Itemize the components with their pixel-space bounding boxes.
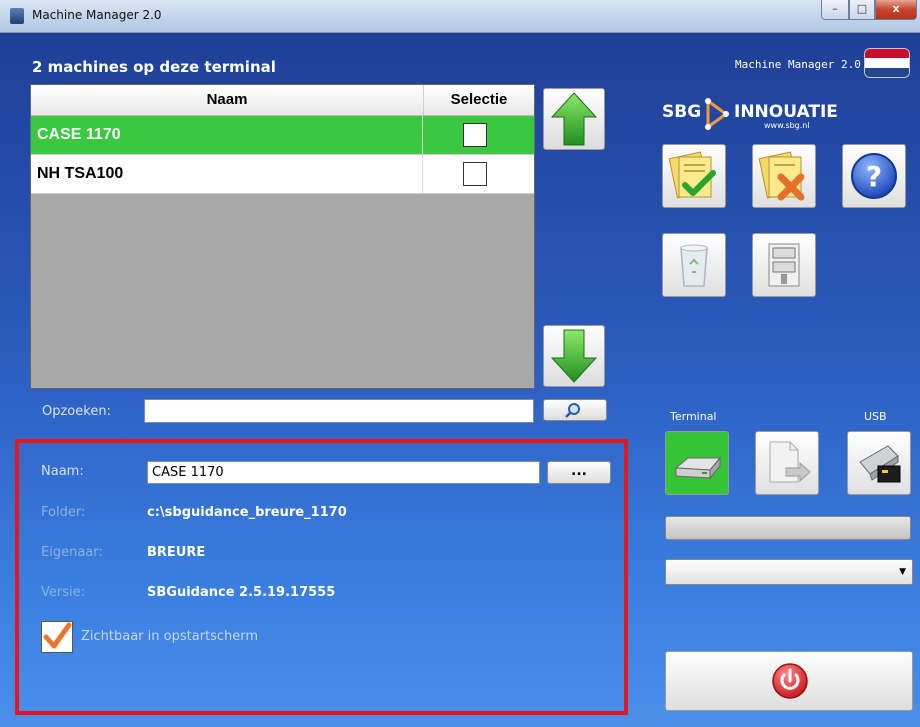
logo-text-left: SBG — [662, 102, 701, 122]
folder-value: c:\sbguidance_breure_1170 — [147, 505, 347, 520]
power-button[interactable] — [665, 651, 913, 711]
logo-text-right: INNOUATIE — [734, 102, 838, 122]
minimize-button[interactable]: – — [821, 0, 849, 20]
transfer-progress-bar — [665, 516, 911, 540]
magnifier-icon — [565, 403, 580, 418]
maximize-button[interactable]: □ — [849, 0, 875, 20]
usb-button[interactable] — [847, 431, 911, 495]
zip-archive-icon — [768, 243, 800, 287]
copy-file-button[interactable] — [755, 431, 819, 495]
selection-cell — [423, 155, 534, 193]
delete-button[interactable] — [662, 233, 726, 297]
selection-cell — [423, 116, 534, 154]
move-down-button[interactable] — [543, 325, 605, 387]
archive-button[interactable] — [752, 233, 816, 297]
name-label: Naam: — [41, 464, 84, 479]
app-version: Machine Manager 2.0 — [735, 58, 861, 71]
document-cross-icon — [758, 151, 805, 201]
arrow-down-icon — [550, 329, 598, 383]
language-flag-button[interactable] — [864, 48, 910, 78]
checkmark-icon — [43, 622, 72, 649]
usb-drive-icon — [859, 445, 901, 483]
flag-stripe-white — [865, 58, 909, 68]
search-label: Opzoeken: — [42, 404, 111, 419]
move-up-button[interactable] — [543, 88, 605, 150]
power-icon — [772, 663, 808, 699]
app-window: Machine Manager 2.0 – □ x 2 machines op … — [0, 0, 920, 727]
table-row[interactable]: NH TSA100 — [31, 155, 534, 194]
terminal-button[interactable] — [665, 431, 729, 495]
copy-file-icon — [769, 441, 811, 483]
flag-stripe-red — [865, 49, 909, 59]
app-icon — [10, 8, 24, 24]
table-row[interactable]: CASE 1170 — [31, 116, 534, 155]
usb-label: USB — [864, 410, 887, 423]
svg-text:?: ? — [866, 160, 882, 193]
visible-checkbox-label: Zichtbaar in opstartscherm — [81, 629, 259, 644]
chevron-down-icon: ▼ — [899, 567, 906, 577]
flag-stripe-blue — [865, 67, 909, 77]
selection-checkbox[interactable] — [463, 123, 487, 147]
machine-list[interactable]: Naam Selectie CASE 1170 NH TSA100 — [30, 84, 535, 389]
help-icon: ? — [851, 153, 897, 199]
visible-checkbox[interactable] — [41, 621, 73, 653]
hard-drive-icon — [674, 456, 722, 480]
folder-label: Folder: — [41, 505, 86, 520]
help-button[interactable]: ? — [842, 144, 906, 208]
accept-button[interactable] — [662, 144, 726, 208]
search-button[interactable] — [543, 399, 607, 421]
recycle-bin-icon — [680, 244, 708, 287]
close-button[interactable]: x — [875, 0, 917, 20]
version-label: Versie: — [41, 585, 85, 600]
machine-name: NH TSA100 — [31, 155, 423, 193]
machine-count-heading: 2 machines op deze terminal — [32, 58, 276, 76]
owner-value: BREURE — [147, 545, 206, 560]
column-header-selection[interactable]: Selectie — [424, 85, 534, 115]
target-dropdown[interactable]: ▼ — [665, 559, 913, 585]
machine-details-panel: Naam: CASE 1170 ... Folder: c:\sbguidanc… — [15, 439, 628, 715]
list-header: Naam Selectie — [31, 85, 534, 116]
main-panel: 2 machines op deze terminal Machine Mana… — [0, 33, 920, 727]
sbg-innovatie-logo: SBG INNOUATIE www.sbg.nl — [662, 98, 838, 130]
window-title: Machine Manager 2.0 — [32, 8, 162, 22]
title-bar[interactable]: Machine Manager 2.0 – □ x — [0, 0, 920, 33]
document-check-icon — [668, 151, 716, 199]
name-field[interactable]: CASE 1170 — [147, 461, 540, 484]
selection-checkbox[interactable] — [463, 162, 487, 186]
version-value: SBGuidance 2.5.19.17555 — [147, 585, 336, 600]
terminal-label: Terminal — [670, 410, 717, 423]
machine-name: CASE 1170 — [31, 116, 423, 154]
browse-button[interactable]: ... — [547, 461, 611, 484]
logo-url: www.sbg.nl — [764, 121, 810, 130]
owner-label: Eigenaar: — [41, 545, 103, 560]
column-header-name[interactable]: Naam — [31, 85, 424, 115]
reject-button[interactable] — [752, 144, 816, 208]
arrow-up-icon — [550, 92, 598, 146]
search-input[interactable] — [144, 399, 534, 423]
